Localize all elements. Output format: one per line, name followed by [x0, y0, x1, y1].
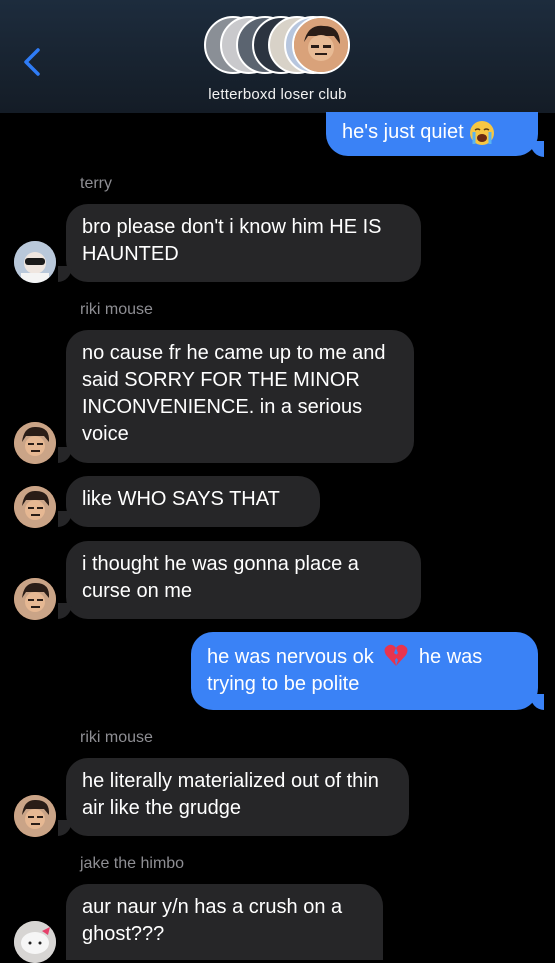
- message-text: bro please don't i know him HE IS HAUNTE…: [82, 216, 382, 265]
- crying-face-icon: [470, 120, 495, 145]
- incoming-message[interactable]: bro please don't i know him HE IS HAUNTE…: [66, 204, 421, 282]
- avatar[interactable]: [14, 486, 56, 528]
- message-text: aur naur y/n has a crush on a ghost???: [82, 896, 343, 945]
- avatar[interactable]: [14, 578, 56, 620]
- bubble-tail: [58, 266, 72, 282]
- incoming-message[interactable]: no cause fr he came up to me and said SO…: [66, 330, 414, 463]
- message-text: he literally materialized out of thin ai…: [82, 770, 379, 819]
- avatar[interactable]: [14, 795, 56, 837]
- incoming-message[interactable]: like WHO SAYS THAT: [66, 476, 320, 527]
- sender-name: riki mouse: [80, 301, 153, 318]
- bubble-tail: [58, 603, 72, 619]
- broken-heart-icon: [384, 644, 408, 666]
- conversation-header: letterboxd loser club: [0, 0, 555, 113]
- message-text: no cause fr he came up to me and said SO…: [82, 342, 386, 445]
- message-text: he was nervous ok: [207, 646, 374, 668]
- message-text: he's just quiet: [342, 121, 464, 143]
- incoming-message[interactable]: aur naur y/n has a crush on a ghost???: [66, 884, 383, 960]
- sender-name: jake the himbo: [80, 855, 185, 872]
- bubble-tail: [530, 141, 544, 157]
- message-text: like WHO SAYS THAT: [82, 488, 280, 510]
- sender-name: riki mouse: [80, 729, 153, 746]
- avatar[interactable]: [14, 921, 56, 963]
- sender-name: terry: [80, 175, 112, 192]
- group-avatar-stack[interactable]: [204, 16, 354, 78]
- outgoing-message[interactable]: he's just quiet: [326, 112, 538, 156]
- bubble-tail: [530, 694, 544, 710]
- incoming-message[interactable]: he literally materialized out of thin ai…: [66, 758, 409, 836]
- group-title[interactable]: letterboxd loser club: [0, 86, 555, 103]
- bubble-tail: [58, 511, 72, 527]
- incoming-message[interactable]: i thought he was gonna place a curse on …: [66, 541, 421, 619]
- message-text: i thought he was gonna place a curse on …: [82, 553, 359, 602]
- avatar: [292, 16, 350, 74]
- bubble-tail: [58, 820, 72, 836]
- bubble-tail: [58, 447, 72, 463]
- outgoing-message[interactable]: he was nervous ok he was trying to be po…: [191, 632, 538, 710]
- avatar[interactable]: [14, 422, 56, 464]
- chevron-left-icon[interactable]: [18, 44, 48, 80]
- avatar[interactable]: [14, 241, 56, 283]
